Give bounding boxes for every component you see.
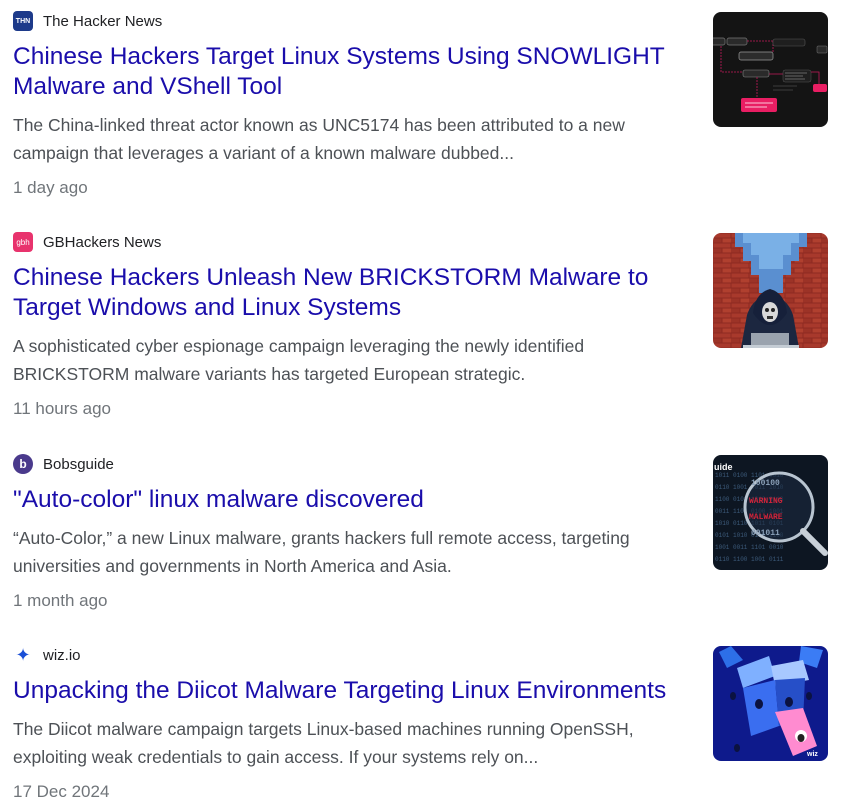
result-timestamp: 1 day ago xyxy=(13,178,88,197)
source-row[interactable]: ✦ wiz.io xyxy=(13,645,81,665)
result-thumbnail-diagram[interactable] xyxy=(713,12,828,127)
source-row[interactable]: THN The Hacker News xyxy=(13,11,162,31)
source-row[interactable]: gbh GBHackers News xyxy=(13,232,161,252)
flowchart-thumbnail-image xyxy=(713,12,828,127)
result-snippet: The Diicot malware campaign targets Linu… xyxy=(13,719,634,767)
source-name: GBHackers News xyxy=(43,233,162,251)
result-title-link[interactable]: Chinese Hackers Unleash New BRICKSTORM M… xyxy=(13,263,693,323)
result-timestamp: 1 month ago xyxy=(13,591,108,610)
hooded-hacker-image xyxy=(713,233,828,348)
result-title-link[interactable]: "Auto-color" linux malware discovered xyxy=(13,485,693,515)
result-timestamp: 11 hours ago xyxy=(13,399,111,418)
svg-text:100100: 100100 xyxy=(751,479,780,488)
gbhackers-logo-icon: gbh xyxy=(13,232,33,252)
result-title-link[interactable]: Chinese Hackers Target Linux Systems Usi… xyxy=(13,42,693,102)
result-snippet: “Auto-Color,” a new Linux malware, grant… xyxy=(13,528,630,576)
bobsguide-logo-icon: b xyxy=(13,454,33,474)
news-results-feed: THN The Hacker News Chinese Hackers Targ… xyxy=(0,0,845,808)
wiz-sparkle-icon: ✦ xyxy=(15,645,31,665)
source-name: The Hacker News xyxy=(43,12,163,30)
source-name: Bobsguide xyxy=(43,455,114,473)
thumbnail-watermark-text: wiz xyxy=(806,751,818,758)
svg-text:1001 0011 1101 0010: 1001 0011 1101 0010 xyxy=(715,544,784,551)
source-row[interactable]: b Bobsguide xyxy=(13,454,114,474)
thumbnail-watermark-text: uide xyxy=(714,462,733,472)
malware-warning-image: 1011 0100 1101 0010 0110 1001 0011 1010 … xyxy=(713,455,828,570)
result-snippet: A sophisticated cyber espionage campaign… xyxy=(13,336,585,384)
source-name: wiz.io xyxy=(43,646,81,664)
result-title-link[interactable]: Unpacking the Diicot Malware Targeting L… xyxy=(13,676,693,706)
svg-text:001011: 001011 xyxy=(751,529,780,538)
result-thumbnail-wiz-illustration[interactable]: wiz xyxy=(713,646,828,761)
svg-text:WARNING: WARNING xyxy=(749,497,783,506)
open-box-bugs-illustration: wiz xyxy=(713,646,828,761)
result-timestamp: 17 Dec 2024 xyxy=(13,782,110,801)
result-snippet: The China-linked threat actor known as U… xyxy=(13,115,625,163)
the-hacker-news-logo-icon: THN xyxy=(13,11,33,31)
result-thumbnail-hacker[interactable] xyxy=(713,233,828,348)
svg-text:0110 1100 1001 0111: 0110 1100 1001 0111 xyxy=(715,556,784,563)
result-thumbnail-malware-warning[interactable]: 1011 0100 1101 0010 0110 1001 0011 1010 … xyxy=(713,455,828,570)
svg-text:MALWARE: MALWARE xyxy=(749,513,783,522)
